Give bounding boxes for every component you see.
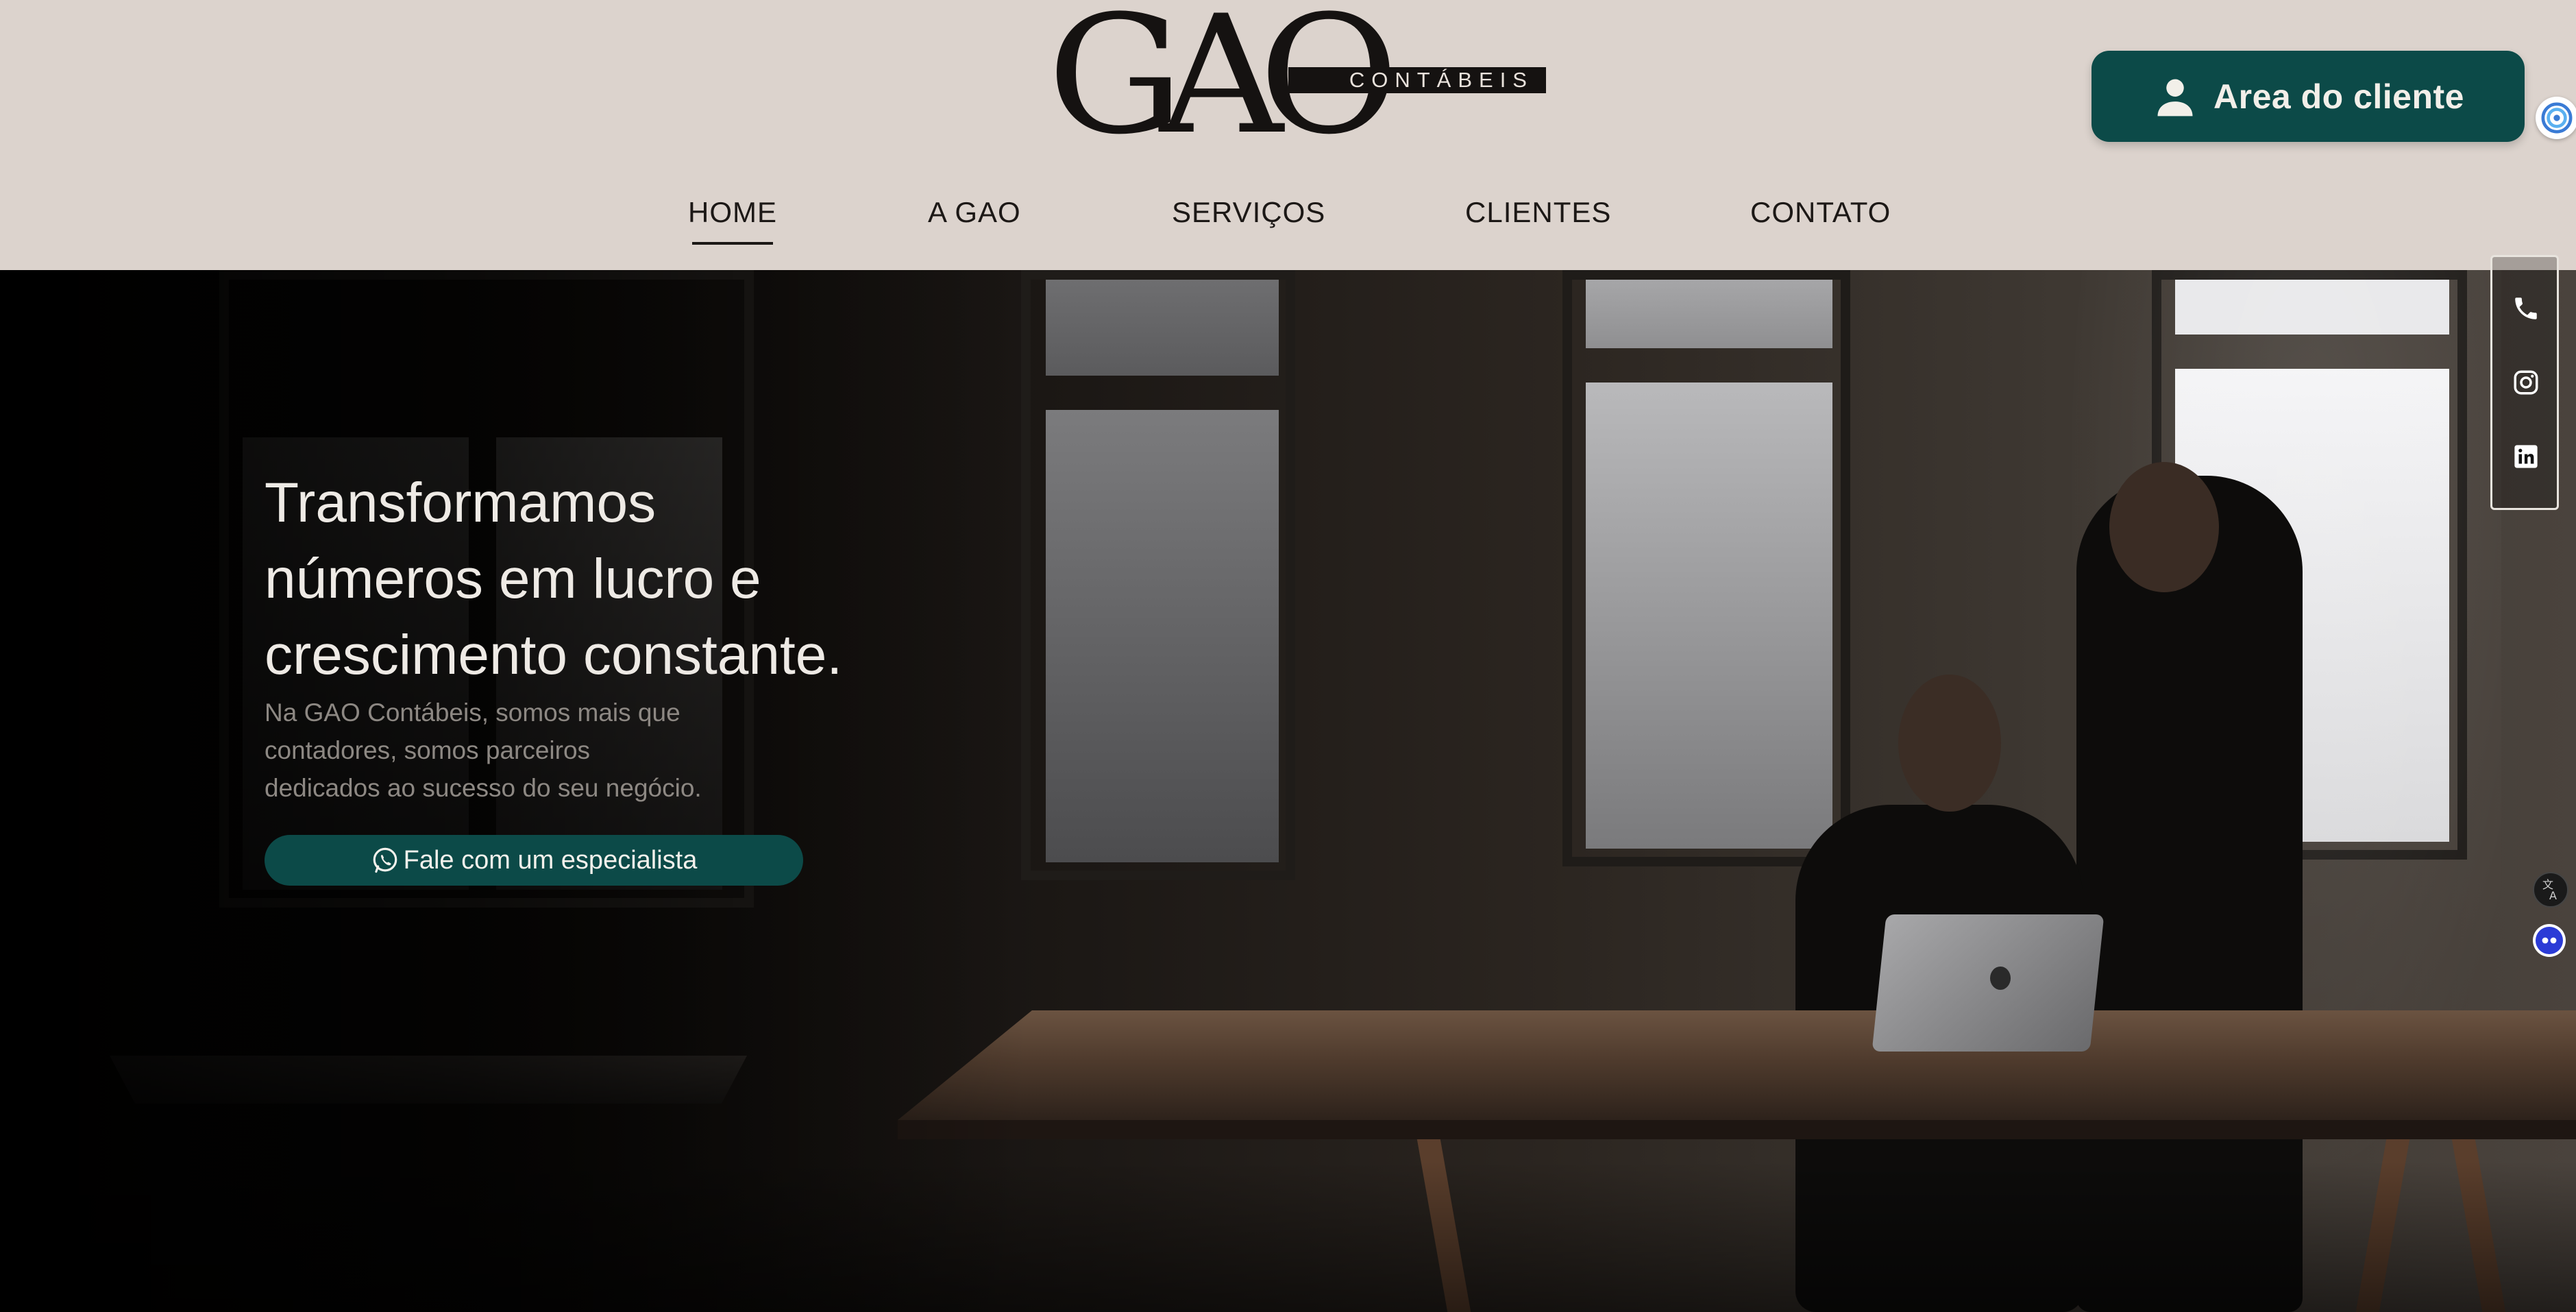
nav-item-servicos[interactable]: SERVIÇOS	[1172, 196, 1325, 229]
hero-subtitle-line: dedicados ao sucesso do seu negócio.	[265, 774, 702, 802]
social-sidebar	[2490, 255, 2559, 510]
wooden-table	[898, 1010, 2576, 1120]
talk-to-specialist-button[interactable]: Fale com um especialista	[265, 835, 803, 886]
nav-item-contato[interactable]: CONTATO	[1750, 196, 1891, 229]
main-nav: HOME A GAO SERVIÇOS CLIENTES CONTATO	[0, 196, 2576, 245]
talk-to-specialist-label: Fale com um especialista	[403, 845, 698, 875]
hero-subtitle: Na GAO Contábeis, somos mais que contado…	[265, 694, 813, 807]
hero-title-line: crescimento constante.	[265, 624, 843, 686]
swirl-icon[interactable]	[2536, 97, 2576, 139]
nav-item-home[interactable]: HOME	[688, 196, 777, 245]
hero-subtitle-line: contadores, somos parceiros	[265, 736, 591, 764]
translate-icon[interactable]: 文A	[2533, 872, 2568, 908]
nav-item-clientes[interactable]: CLIENTES	[1465, 196, 1611, 229]
hero-title: Transformamos números em lucro e crescim…	[265, 465, 950, 693]
client-area-button[interactable]: Area do cliente	[2092, 51, 2525, 142]
user-icon	[2157, 79, 2193, 116]
standing-woman-head	[2109, 462, 2219, 592]
gao-logo[interactable]: GAO CONTÁBEIS	[1047, 0, 1546, 158]
window-middle	[1021, 270, 1295, 880]
svg-text:A: A	[2549, 889, 2557, 902]
laptop	[1872, 914, 2105, 1052]
phone-icon[interactable]	[2512, 294, 2540, 323]
linkedin-icon[interactable]	[2512, 442, 2540, 471]
hero-subtitle-line: Na GAO Contábeis, somos mais que	[265, 698, 680, 727]
whatsapp-icon	[373, 847, 397, 873]
hero-section: Transformamos números em lucro e crescim…	[0, 270, 2576, 1312]
nav-item-a-gao[interactable]: A GAO	[928, 196, 1021, 229]
logo-tagline: CONTÁBEIS	[1288, 67, 1546, 93]
hero-title-line: números em lucro e	[265, 548, 761, 610]
seated-woman-head	[1898, 675, 2001, 812]
accessibility-icon[interactable]	[2533, 924, 2566, 957]
client-area-label: Area do cliente	[2213, 77, 2464, 116]
window-center-right	[1562, 270, 1850, 866]
instagram-icon[interactable]	[2512, 368, 2540, 397]
hero-title-line: Transformamos	[265, 472, 657, 534]
site-header: GAO CONTÁBEIS Area do cliente HOME A GAO…	[0, 0, 2576, 270]
